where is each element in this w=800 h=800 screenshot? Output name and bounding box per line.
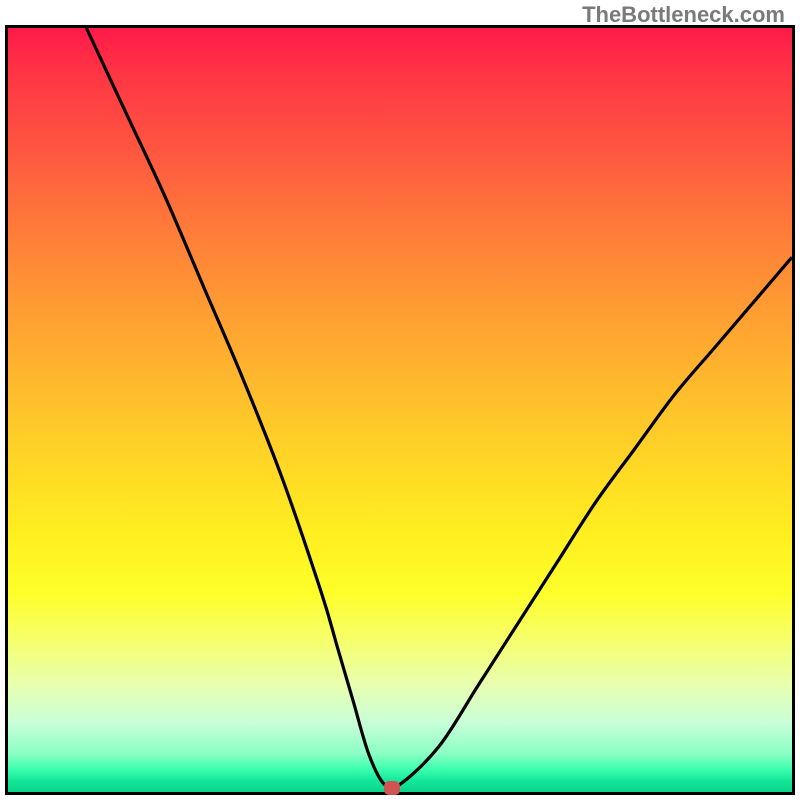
chart-container: TheBottleneck.com [0, 0, 800, 800]
plot-frame [5, 25, 795, 795]
bottleneck-curve [86, 28, 792, 789]
watermark-text: TheBottleneck.com [582, 2, 785, 28]
curve-layer [8, 28, 792, 792]
optimal-point-marker [384, 781, 400, 795]
